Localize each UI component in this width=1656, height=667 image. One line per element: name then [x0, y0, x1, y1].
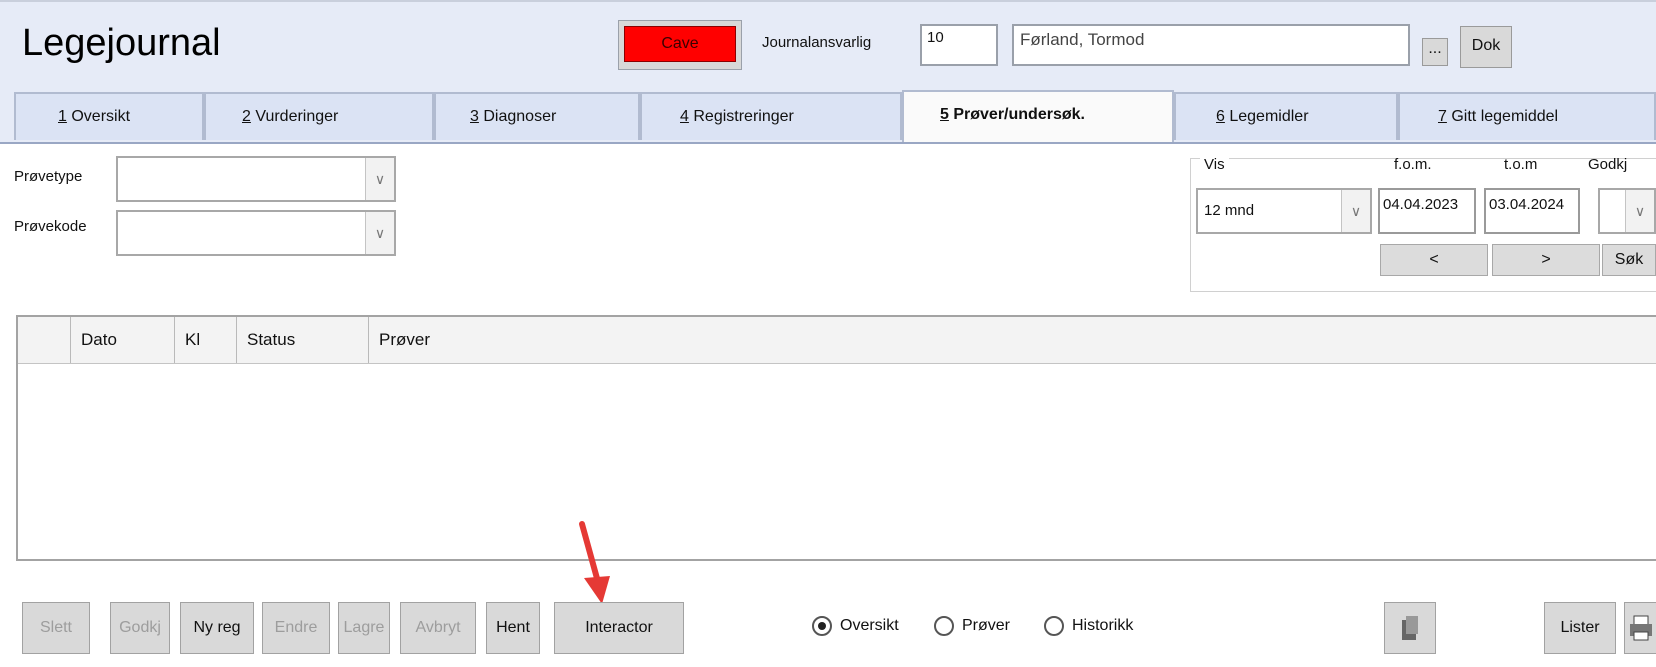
provetype-select[interactable]: ∨ — [116, 156, 396, 202]
column-header-kl[interactable]: Kl — [174, 317, 236, 363]
table-header: Dato Kl Status Prøver — [18, 317, 1656, 364]
provetype-label: Prøvetype — [14, 168, 83, 185]
radio-selected-icon[interactable] — [812, 616, 832, 636]
delete-button[interactable]: Slett — [22, 602, 90, 654]
document-stack-icon — [1402, 616, 1418, 640]
app-title: Legejournal — [22, 22, 221, 64]
save-button[interactable]: Lagre — [338, 602, 390, 654]
tab-prover-undersok[interactable]: 5 Prøver/undersøk. — [902, 90, 1174, 142]
cave-button[interactable]: Cave — [624, 26, 736, 62]
journal-responsible-label: Journalansvarlig — [762, 34, 872, 51]
column-header-status[interactable]: Status — [236, 317, 368, 363]
printer-icon — [1629, 615, 1652, 641]
tab-registreringer[interactable]: 4 Registreringer — [640, 92, 902, 140]
fetch-button[interactable]: Hent — [486, 602, 540, 654]
chevron-down-icon[interactable]: ∨ — [365, 158, 394, 200]
lookup-ellipsis-button[interactable]: ... — [1422, 38, 1448, 66]
tab-label: Vurderinger — [255, 108, 339, 125]
view-option-oversikt[interactable]: Oversikt — [812, 616, 899, 636]
provekode-select[interactable]: ∨ — [116, 210, 396, 256]
radio-unselected-icon[interactable] — [1044, 616, 1064, 636]
search-button[interactable]: Søk — [1602, 244, 1656, 276]
row-selector-header — [18, 317, 70, 363]
radio-label: Oversikt — [840, 617, 899, 634]
tab-hotkey: 3 — [470, 108, 479, 125]
radio-label: Historikk — [1072, 617, 1134, 634]
tab-label: Oversikt — [71, 108, 131, 125]
document-icon-button[interactable] — [1384, 602, 1436, 654]
tab-label: Registreringer — [693, 108, 794, 125]
tab-label: Prøver/undersøk. — [953, 106, 1085, 123]
journal-responsible-id-field[interactable]: 10 — [920, 24, 998, 66]
previous-period-button[interactable]: < — [1380, 244, 1488, 276]
results-table[interactable]: Dato Kl Status Prøver — [16, 315, 1656, 561]
tab-label: Gitt legemiddel — [1451, 108, 1559, 125]
vis-label: Vis — [1200, 156, 1229, 173]
approve-button[interactable]: Godkj — [110, 602, 170, 654]
column-header-prover[interactable]: Prøver — [368, 317, 1656, 363]
provekode-label: Prøvekode — [14, 218, 87, 235]
chevron-down-icon[interactable]: ∨ — [1341, 190, 1370, 232]
new-registration-button[interactable]: Ny reg — [180, 602, 254, 654]
vis-period-value: 12 mnd — [1204, 202, 1255, 219]
edit-button[interactable]: Endre — [262, 602, 330, 654]
tom-date-input[interactable]: 03.04.2024 — [1484, 188, 1580, 234]
godkj-filter-label: Godkj — [1588, 156, 1628, 173]
tab-hotkey: 5 — [940, 106, 949, 123]
tab-vurderinger[interactable]: 2 Vurderinger — [204, 92, 434, 140]
next-period-button[interactable]: > — [1492, 244, 1600, 276]
tab-hotkey: 7 — [1438, 108, 1447, 125]
column-header-dato[interactable]: Dato — [70, 317, 174, 363]
view-option-historikk[interactable]: Historikk — [1044, 616, 1133, 636]
godkj-filter-select[interactable]: ∨ — [1598, 188, 1656, 234]
chevron-down-icon[interactable]: ∨ — [365, 212, 394, 254]
fom-label: f.o.m. — [1394, 156, 1432, 173]
tab-hotkey: 6 — [1216, 108, 1225, 125]
tab-gitt-legemiddel[interactable]: 7 Gitt legemiddel — [1398, 92, 1656, 140]
journal-responsible-name-field[interactable]: Førland, Tormod — [1012, 24, 1410, 66]
annotation-arrow-icon — [579, 521, 610, 604]
tab-hotkey: 1 — [58, 108, 67, 125]
tab-legemidler[interactable]: 6 Legemidler — [1174, 92, 1398, 140]
tab-hotkey: 2 — [242, 108, 251, 125]
tab-label: Legemidler — [1229, 108, 1309, 125]
lists-button[interactable]: Lister — [1544, 602, 1616, 654]
radio-unselected-icon[interactable] — [934, 616, 954, 636]
radio-label: Prøver — [962, 617, 1010, 634]
tab-oversikt[interactable]: 1 Oversikt — [14, 92, 204, 140]
tom-label: t.o.m — [1504, 156, 1538, 173]
tab-diagnoser[interactable]: 3 Diagnoser — [434, 92, 640, 140]
cancel-button[interactable]: Avbryt — [400, 602, 476, 654]
dok-button[interactable]: Dok — [1460, 26, 1512, 68]
vis-period-select[interactable]: 12 mnd ∨ — [1196, 188, 1372, 234]
tab-label: Diagnoser — [483, 108, 557, 125]
printer-icon-button[interactable] — [1624, 602, 1656, 654]
tab-hotkey: 4 — [680, 108, 689, 125]
interactor-button[interactable]: Interactor — [554, 602, 684, 654]
view-option-prover[interactable]: Prøver — [934, 616, 1010, 636]
fom-date-input[interactable]: 04.04.2023 — [1378, 188, 1476, 234]
chevron-down-icon[interactable]: ∨ — [1625, 190, 1654, 232]
